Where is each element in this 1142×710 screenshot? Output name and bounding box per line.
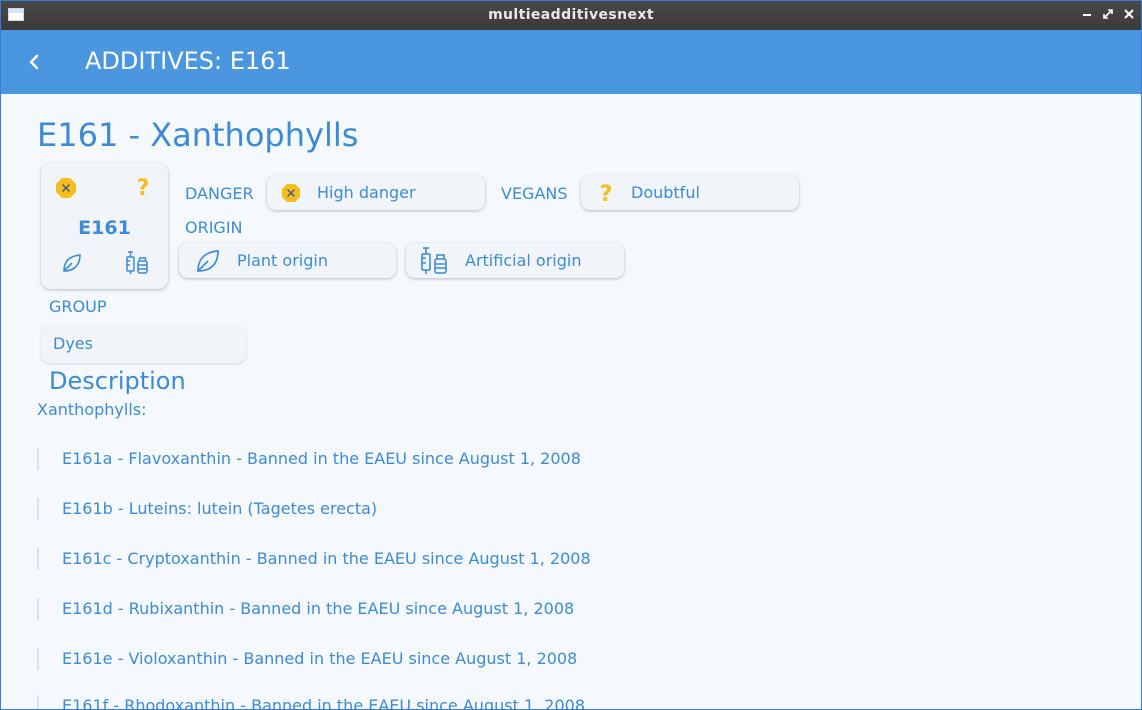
- page-title: ADDITIVES: E161: [85, 47, 291, 75]
- origin-plant-label: Plant origin: [237, 251, 328, 270]
- minimize-icon[interactable]: [1080, 7, 1094, 21]
- syringe-vial-icon: [124, 249, 150, 279]
- description-list-item: E161c - Cryptoxanthin - Banned in the EA…: [37, 548, 591, 570]
- svg-text:?: ?: [600, 182, 613, 206]
- additive-code: E161: [78, 217, 131, 239]
- danger-label: DANGER: [185, 184, 254, 203]
- description-list-item: E161d - Rubixanthin - Banned in the EAEU…: [37, 598, 574, 620]
- vegans-chip[interactable]: ? Doubtful: [581, 175, 799, 210]
- group-chip[interactable]: Dyes: [41, 324, 246, 363]
- back-button[interactable]: [21, 48, 47, 76]
- group-value: Dyes: [53, 334, 93, 353]
- description-list-item: E161b - Luteins: lutein (Tagetes erecta): [37, 498, 377, 520]
- danger-value: High danger: [317, 183, 416, 202]
- window-title: multieadditivesnext: [488, 7, 654, 23]
- question-icon: ?: [134, 175, 152, 203]
- origin-artificial-label: Artificial origin: [465, 251, 582, 270]
- group-label: GROUP: [49, 297, 107, 316]
- description-list-item: E161e - Violoxanthin - Banned in the EAE…: [37, 648, 577, 670]
- description-title: Description: [49, 367, 186, 395]
- syringe-vial-icon: [419, 245, 449, 279]
- description-list-item: E161a - Flavoxanthin - Banned in the EAE…: [37, 448, 581, 470]
- description-list-item: E161f - Rhodoxanthin - Banned in the EAE…: [37, 695, 585, 709]
- high-danger-icon: [55, 177, 77, 203]
- window-titlebar[interactable]: multieadditivesnext: [1, 1, 1141, 30]
- maximize-icon[interactable]: [1101, 7, 1115, 21]
- danger-chip[interactable]: High danger: [267, 175, 485, 210]
- question-icon: ?: [597, 180, 615, 210]
- additive-badge[interactable]: ? E161: [41, 163, 168, 289]
- vegans-label: VEGANS: [501, 184, 568, 203]
- origin-chip-artificial[interactable]: Artificial origin: [406, 243, 624, 278]
- app-bar: ADDITIVES: E161: [1, 30, 1141, 94]
- svg-text:?: ?: [137, 176, 150, 199]
- leaf-icon: [61, 252, 83, 278]
- description-intro: Xanthophylls:: [37, 400, 147, 419]
- app-window: multieadditivesnext ADDITIVES: E161 E161…: [0, 0, 1142, 710]
- close-icon[interactable]: [1122, 7, 1136, 21]
- origin-label: ORIGIN: [185, 218, 243, 237]
- high-danger-icon: [281, 183, 301, 207]
- additive-heading: E161 - Xanthophylls: [37, 116, 359, 154]
- vegans-value: Doubtful: [631, 183, 700, 202]
- chevron-left-icon: [29, 54, 39, 70]
- origin-chip-plant[interactable]: Plant origin: [179, 243, 396, 278]
- leaf-icon: [195, 248, 221, 278]
- additive-details: E161 - Xanthophylls ? E161 DANGER High d…: [1, 94, 1141, 709]
